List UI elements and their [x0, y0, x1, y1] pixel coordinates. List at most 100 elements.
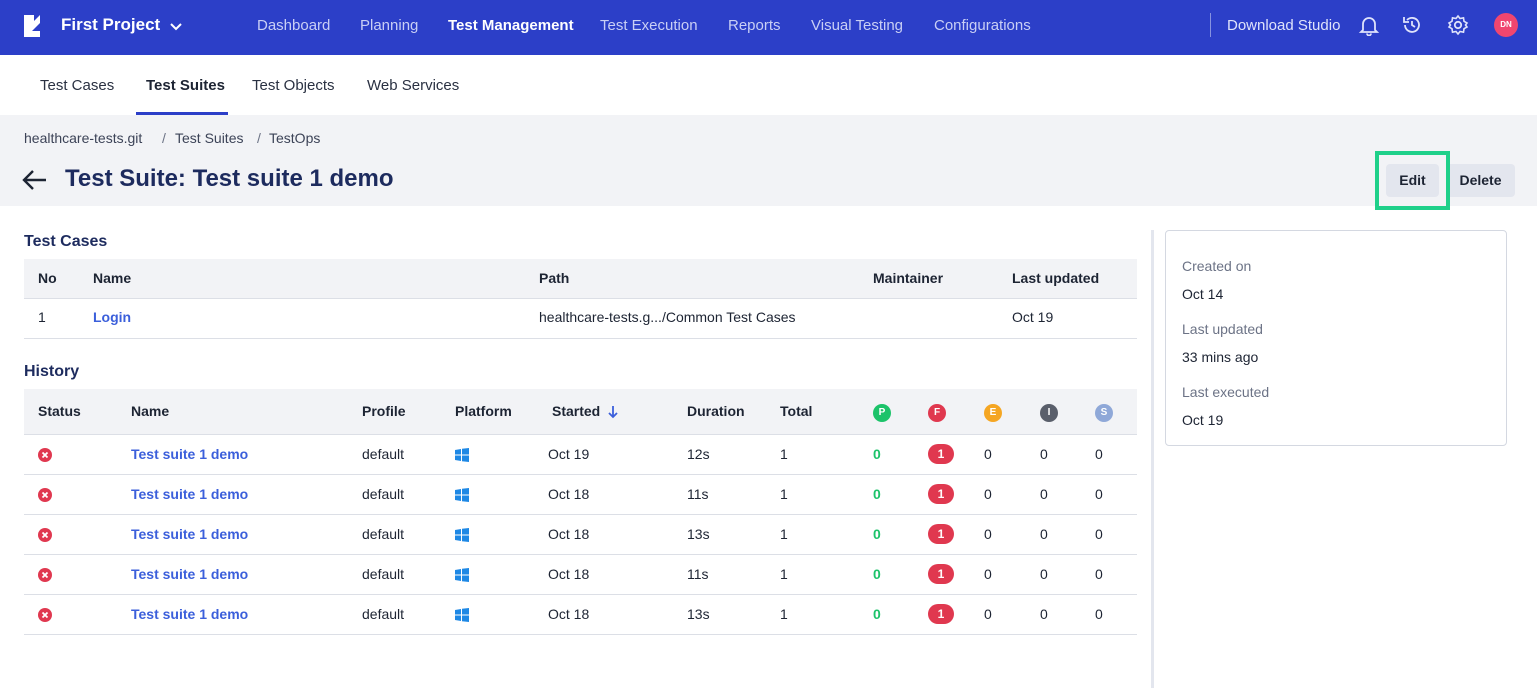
cell-total: 1	[780, 566, 788, 582]
cell-error: 0	[984, 526, 992, 542]
project-name[interactable]: First Project	[61, 15, 160, 35]
col-total: Total	[780, 403, 813, 419]
history-icon[interactable]	[1401, 14, 1423, 36]
cell-error: 0	[984, 566, 992, 582]
cell-profile: default	[362, 606, 405, 622]
failed-count-badge: 1	[928, 444, 954, 464]
failed-count-badge: 1	[928, 604, 954, 624]
execution-link[interactable]: Test suite 1 demo	[131, 486, 248, 502]
table-row: Test suite 1 demo default Oct 18 13s 1 0 1 0 0 0	[24, 595, 1137, 635]
col-profile: Profile	[362, 403, 406, 419]
edit-highlight-box	[1375, 151, 1450, 210]
page-header: healthcare-tests.git / Test Suites / Tes…	[0, 115, 1537, 206]
failed-status-icon	[38, 568, 52, 582]
col-last-updated: Last updated	[1012, 270, 1100, 286]
cell-started: Oct 18	[548, 566, 590, 582]
execution-link[interactable]: Test suite 1 demo	[131, 446, 248, 462]
tab-test-objects[interactable]: Test Objects	[252, 77, 335, 94]
cell-incomplete: 0	[1040, 606, 1048, 622]
top-navbar: First Project Dashboard Planning Test Ma…	[0, 0, 1537, 55]
col-name: Name	[131, 403, 170, 419]
cell-no: 1	[38, 309, 46, 325]
cell-started: Oct 18	[548, 606, 590, 622]
cell-last-updated: Oct 19	[1012, 309, 1054, 325]
breadcrumb-separator: /	[162, 130, 166, 146]
failed-count-badge: 1	[928, 564, 954, 584]
failed-status-icon	[38, 528, 52, 542]
col-maintainer: Maintainer	[873, 270, 944, 286]
cell-skipped: 0	[1095, 486, 1103, 502]
delete-button[interactable]: Delete	[1446, 164, 1515, 197]
tab-web-services[interactable]: Web Services	[367, 77, 459, 94]
history-header: Status Name Profile Platform Started Dur…	[24, 389, 1137, 435]
col-no: No	[38, 270, 57, 286]
cell-skipped: 0	[1095, 566, 1103, 582]
last-updated-label: Last updated	[1182, 321, 1263, 337]
execution-link[interactable]: Test suite 1 demo	[131, 526, 248, 542]
cell-profile: default	[362, 526, 405, 542]
sort-down-icon[interactable]	[608, 405, 618, 419]
cell-duration: 13s	[687, 526, 710, 542]
gear-icon[interactable]	[1447, 14, 1469, 36]
cell-profile: default	[362, 566, 405, 582]
nav-planning[interactable]: Planning	[360, 17, 418, 34]
cell-passed: 0	[873, 566, 881, 582]
panel-divider[interactable]	[1151, 230, 1154, 688]
chevron-down-icon[interactable]	[168, 18, 184, 34]
breadcrumb-testops[interactable]: TestOps	[269, 130, 320, 146]
execution-link[interactable]: Test suite 1 demo	[131, 606, 248, 622]
nav-divider	[1210, 13, 1211, 37]
cell-profile: default	[362, 446, 405, 462]
bell-icon[interactable]	[1358, 14, 1380, 36]
execution-link[interactable]: Test suite 1 demo	[131, 566, 248, 582]
cell-incomplete: 0	[1040, 526, 1048, 542]
cell-skipped: 0	[1095, 606, 1103, 622]
cell-total: 1	[780, 526, 788, 542]
cell-skipped: 0	[1095, 446, 1103, 462]
cell-started: Oct 19	[548, 446, 590, 462]
cell-incomplete: 0	[1040, 566, 1048, 582]
cell-incomplete: 0	[1040, 446, 1048, 462]
incomplete-icon: I	[1040, 404, 1058, 422]
cell-duration: 12s	[687, 446, 710, 462]
cell-passed: 0	[873, 486, 881, 502]
windows-icon	[455, 528, 469, 542]
tab-test-cases[interactable]: Test Cases	[40, 77, 114, 94]
page-title: Test Suite: Test suite 1 demo	[65, 165, 394, 192]
col-duration: Duration	[687, 403, 745, 419]
failed-status-icon	[38, 608, 52, 622]
cell-started: Oct 18	[548, 486, 590, 502]
nav-reports[interactable]: Reports	[728, 17, 781, 34]
cell-total: 1	[780, 446, 788, 462]
skipped-icon: S	[1095, 404, 1113, 422]
col-name: Name	[93, 270, 132, 286]
cell-passed: 0	[873, 526, 881, 542]
breadcrumb-test-suites[interactable]: Test Suites	[175, 130, 243, 146]
cell-error: 0	[984, 486, 992, 502]
cell-path: healthcare-tests.g.../Common Test Cases	[539, 309, 796, 325]
back-arrow-icon[interactable]	[22, 168, 48, 192]
nav-configurations[interactable]: Configurations	[934, 17, 1031, 34]
sub-tabs: Test Cases Test Suites Test Objects Web …	[0, 55, 1537, 115]
cell-skipped: 0	[1095, 526, 1103, 542]
last-updated-value: 33 mins ago	[1182, 349, 1259, 365]
col-platform: Platform	[455, 403, 512, 419]
last-executed-value: Oct 19	[1182, 412, 1224, 428]
failed-status-icon	[38, 448, 52, 462]
windows-icon	[455, 488, 469, 502]
katalon-logo-icon[interactable]	[22, 13, 42, 39]
cell-error: 0	[984, 446, 992, 462]
cell-duration: 11s	[687, 486, 709, 502]
cell-started: Oct 18	[548, 526, 590, 542]
download-studio-link[interactable]: Download Studio	[1227, 17, 1340, 34]
nav-test-management[interactable]: Test Management	[448, 17, 574, 34]
avatar[interactable]: DN	[1494, 13, 1518, 37]
nav-visual-testing[interactable]: Visual Testing	[811, 17, 903, 34]
table-row: 1 Login healthcare-tests.g.../Common Tes…	[24, 299, 1137, 339]
col-started[interactable]: Started	[552, 403, 600, 419]
nav-test-execution[interactable]: Test Execution	[600, 17, 698, 34]
nav-dashboard[interactable]: Dashboard	[257, 17, 330, 34]
tab-test-suites[interactable]: Test Suites	[146, 77, 225, 94]
test-case-link[interactable]: Login	[93, 309, 131, 325]
breadcrumb-repo[interactable]: healthcare-tests.git	[24, 130, 142, 146]
